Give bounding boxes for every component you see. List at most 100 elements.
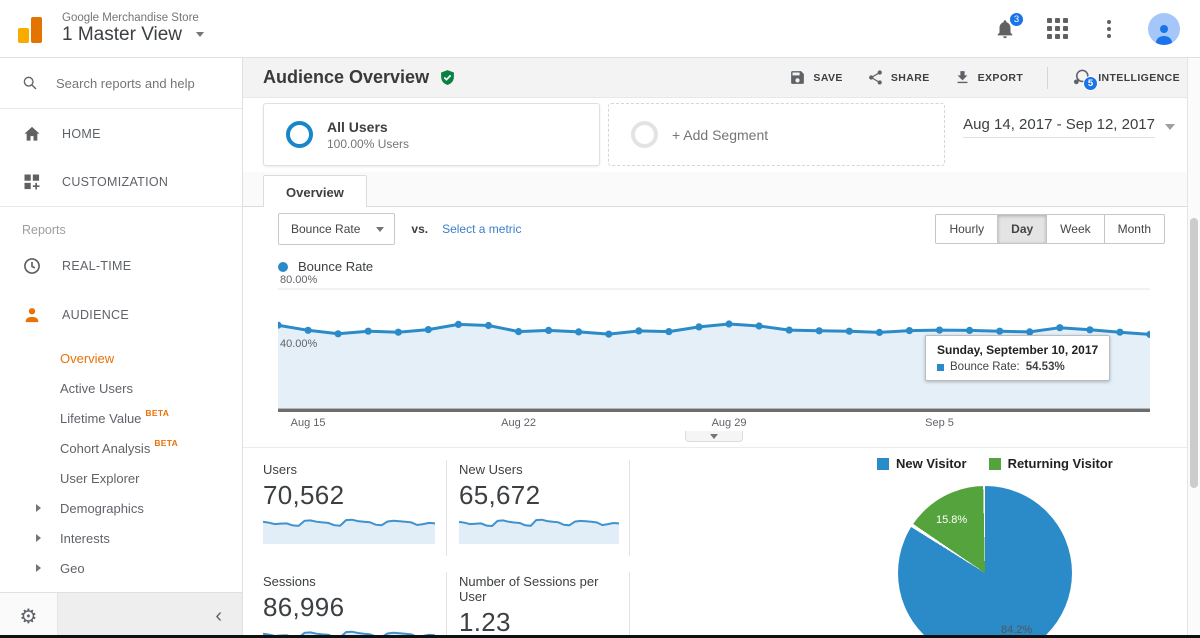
y-axis-tick: 80.00% [280,274,317,286]
page-title-text: Audience Overview [263,67,429,88]
collapse-graph-button[interactable] [685,431,743,442]
header-actions: SAVE SHARE EXPORT [789,67,1180,89]
page-header: Audience Overview SAVE SHARE [243,58,1200,98]
toolbar-divider [1047,67,1048,89]
admin-button[interactable]: ⚙ [0,593,58,638]
segment-ring-icon [286,121,313,148]
segment-subtitle: 100.00% Users [327,137,409,151]
sidebar-item-user-explorer[interactable]: User Explorer [0,463,242,493]
sidebar-item-geo[interactable]: Geo [0,553,242,583]
metric-label: Users [263,462,436,477]
sub-item-label: Demographics [60,501,144,516]
save-button[interactable]: SAVE [789,69,842,86]
sidebar-item-lifetime-value[interactable]: Lifetime Value BETA [0,403,242,433]
logo-bar [18,28,29,43]
clock-icon [22,256,42,276]
sidebar-collapse-area: ‹ [58,593,242,638]
granularity-hourly-button[interactable]: Hourly [935,214,998,244]
sidebar-search[interactable] [0,58,242,109]
metric-select-value: Bounce Rate [291,222,360,236]
sidebar-item-realtime[interactable]: REAL-TIME [0,241,242,290]
granularity-month-button[interactable]: Month [1104,214,1165,244]
metrics-section: Users 70,562 New Users 65,672 Sessions 8… [243,447,1200,638]
bounce-rate-chart[interactable]: 80.00% 40.00% Aug 15Aug 22Aug 29Sep 5 Su… [278,281,1150,443]
metric-card-sessions[interactable]: Sessions 86,996 [263,572,447,638]
search-input[interactable] [56,76,226,91]
chart-tooltip: Sunday, September 10, 2017 Bounce Rate: … [925,335,1110,381]
user-avatar[interactable] [1148,13,1180,45]
intelligence-count-badge: 5 [1083,76,1098,91]
sidebar-item-home[interactable]: HOME [0,109,242,158]
sub-item-label: Overview [60,351,114,366]
share-icon [867,69,884,86]
segment-band: All Users 100.00% Users + Add Segment Au… [243,98,1200,172]
sidebar-item-interests[interactable]: Interests [0,523,242,553]
share-label: SHARE [891,72,930,84]
legend-dot-icon [278,262,288,272]
tooltip-date: Sunday, September 10, 2017 [937,343,1098,357]
analytics-logo-icon[interactable] [16,13,50,45]
sidebar-item-label: REAL-TIME [62,259,131,273]
select-metric-link[interactable]: Select a metric [442,222,521,236]
kebab-menu-icon [1107,20,1111,38]
account-switcher[interactable]: Google Merchandise Store 1 Master View [62,12,204,46]
sidebar-item-active-users[interactable]: Active Users [0,373,242,403]
legend-item-returning-visitor[interactable]: Returning Visitor [989,456,1113,471]
sidebar-item-audience[interactable]: AUDIENCE [0,290,242,339]
export-button[interactable]: EXPORT [954,69,1024,86]
save-icon [789,69,806,86]
tab-overview[interactable]: Overview [263,175,367,208]
intelligence-label: INTELLIGENCE [1098,72,1180,84]
segment-title: All Users [327,119,409,135]
add-segment-button[interactable]: + Add Segment [608,103,945,166]
intelligence-button[interactable]: 5 INTELLIGENCE [1072,68,1180,87]
metric-select-dropdown[interactable]: Bounce Rate [278,213,395,245]
sidebar-item-label: AUDIENCE [62,308,129,322]
legend-item-new-visitor[interactable]: New Visitor [877,456,967,471]
more-options-button[interactable] [1096,16,1122,42]
granularity-day-button[interactable]: Day [997,214,1047,244]
date-range-picker[interactable]: Aug 14, 2017 - Sep 12, 2017 [963,116,1175,138]
person-icon [1151,21,1177,45]
granularity-week-button[interactable]: Week [1046,214,1104,244]
metric-card-new-users[interactable]: New Users 65,672 [447,460,630,556]
audience-person-icon [22,305,42,325]
notifications-button[interactable]: 3 [992,16,1018,42]
add-segment-label: + Add Segment [672,127,768,143]
sub-item-label: Active Users [60,381,133,396]
report-panel: Bounce Rate vs. Select a metric Hourly D… [243,207,1200,638]
metric-value: 1.23 [459,607,619,638]
sub-item-label: Cohort Analysis [60,441,150,456]
sub-item-label: Geo [60,561,85,576]
metric-label: Sessions [263,574,436,589]
collapse-sidebar-icon[interactable]: ‹ [215,606,222,626]
metric-card-users[interactable]: Users 70,562 [263,460,447,556]
metric-label: Number of Sessions per User [459,574,619,604]
sidebar-item-customization[interactable]: CUSTOMIZATION [0,158,242,207]
sub-item-label: Lifetime Value [60,411,141,426]
expand-arrow-icon [36,564,41,572]
expand-arrow-icon [36,504,41,512]
search-icon [22,73,38,93]
tooltip-metric-label: Bounce Rate: [950,361,1020,373]
sub-item-label: Interests [60,531,110,546]
notification-count-badge: 3 [1009,12,1024,27]
sidebar-item-label: HOME [62,127,101,141]
chevron-down-icon [1165,124,1175,130]
share-button[interactable]: SHARE [867,69,930,86]
sub-item-label: User Explorer [60,471,139,486]
page-title: Audience Overview [263,67,456,88]
scrollbar[interactable] [1187,58,1200,638]
sidebar-item-cohort-analysis[interactable]: Cohort Analysis BETA [0,433,242,463]
apps-menu-button[interactable] [1044,16,1070,42]
chevron-down-icon[interactable] [196,32,204,37]
segment-all-users[interactable]: All Users 100.00% Users [263,103,600,166]
metric-card-sessions-per-user[interactable]: Number of Sessions per User 1.23 [447,572,630,638]
legend-label: Bounce Rate [298,259,373,274]
sidebar-item-demographics[interactable]: Demographics [0,493,242,523]
logo-bar [31,17,42,43]
account-org-name: Google Merchandise Store [62,12,204,24]
visitor-type-pie-chart[interactable]: 15.8% 84.2% [898,486,1072,638]
sidebar-item-overview[interactable]: Overview [0,343,242,373]
scrollbar-thumb[interactable] [1190,218,1198,488]
